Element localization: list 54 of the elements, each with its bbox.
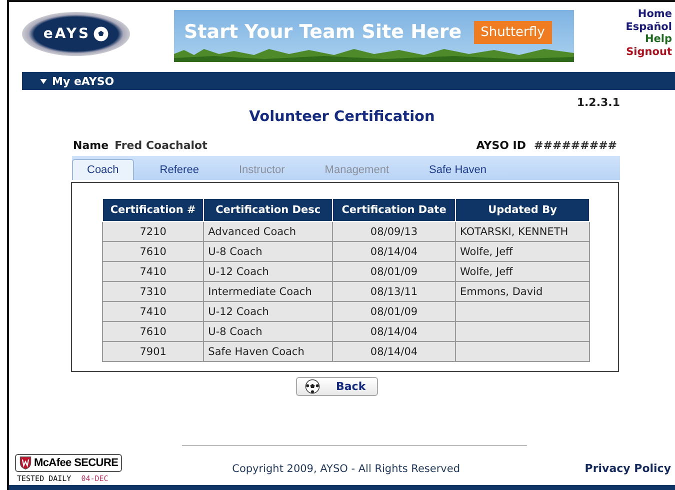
table-cell: Safe Haven Coach — [204, 342, 332, 362]
tab[interactable]: Safe Haven — [415, 160, 500, 180]
table-cell: Wolfe, Jeff — [456, 262, 590, 282]
table-cell: U-8 Coach — [204, 322, 332, 342]
back-button[interactable]: Back — [296, 377, 378, 396]
table-cell: 08/13/11 — [332, 282, 456, 302]
table-cell: 7410 — [102, 262, 204, 282]
table-cell: 08/14/04 — [332, 322, 456, 342]
page-title: Volunteer Certification — [248, 109, 436, 127]
table-cell: 08/14/04 — [332, 242, 456, 262]
badge-title: McAfee SECURE — [34, 457, 118, 469]
shield-icon — [19, 456, 32, 470]
header-link[interactable]: Español — [626, 20, 672, 33]
column-header: Certification Date — [332, 198, 456, 222]
table-cell: 08/09/13 — [332, 222, 456, 242]
table-cell: U-8 Coach — [204, 242, 332, 262]
caret-icon — [40, 78, 47, 84]
banner-headline: Start Your Team Site Here — [184, 21, 462, 43]
privacy-link[interactable]: Privacy Policy — [584, 462, 671, 475]
table-cell: Advanced Coach — [204, 222, 332, 242]
soccer-ball-icon — [92, 26, 109, 42]
soccer-ball-icon — [305, 379, 320, 394]
table-cell: U-12 Coach — [204, 302, 332, 322]
table-cell: 7610 — [102, 322, 204, 342]
table-cell: KOTARSKI, KENNETH — [456, 222, 590, 242]
version-number: 1.2.3.1 — [576, 96, 620, 109]
header-link[interactable]: Home — [638, 8, 672, 20]
table-cell: Intermediate Coach — [204, 282, 332, 302]
header-link[interactable]: Signout — [626, 46, 672, 58]
menu-toggle[interactable]: My eAYSO — [40, 74, 114, 88]
table-cell: 7610 — [102, 242, 204, 262]
copyright-text: Copyright 2009, AYSO - All Rights Reserved — [232, 462, 460, 474]
table-cell: 08/14/04 — [332, 342, 456, 362]
tab[interactable]: Coach — [72, 159, 134, 180]
id-value: ######### — [534, 139, 617, 152]
tab[interactable]: Referee — [146, 160, 213, 180]
id-label: AYSO ID — [476, 139, 526, 152]
table-cell: 7901 — [102, 342, 204, 362]
header-link[interactable]: Help — [644, 33, 672, 46]
security-badge[interactable]: McAfee SECURE — [15, 454, 122, 472]
table-cell: 7310 — [102, 282, 204, 302]
logo-text: eAYS — [43, 26, 91, 42]
name-value: Fred Coachalot — [114, 139, 208, 152]
table-cell: 7410 — [102, 302, 204, 322]
table-cell: 08/01/09 — [332, 302, 456, 322]
table-cell: U-12 Coach — [204, 262, 332, 282]
column-header: Updated By — [456, 198, 590, 222]
column-header: Certification # — [102, 198, 204, 222]
table-cell: Emmons, David — [456, 282, 590, 302]
table-cell: Wolfe, Jeff — [456, 242, 590, 262]
name-label: Name — [73, 139, 109, 152]
column-header: Certification Desc — [204, 198, 332, 222]
table-cell: 7210 — [102, 222, 204, 242]
table-cell: 08/01/09 — [332, 262, 456, 282]
